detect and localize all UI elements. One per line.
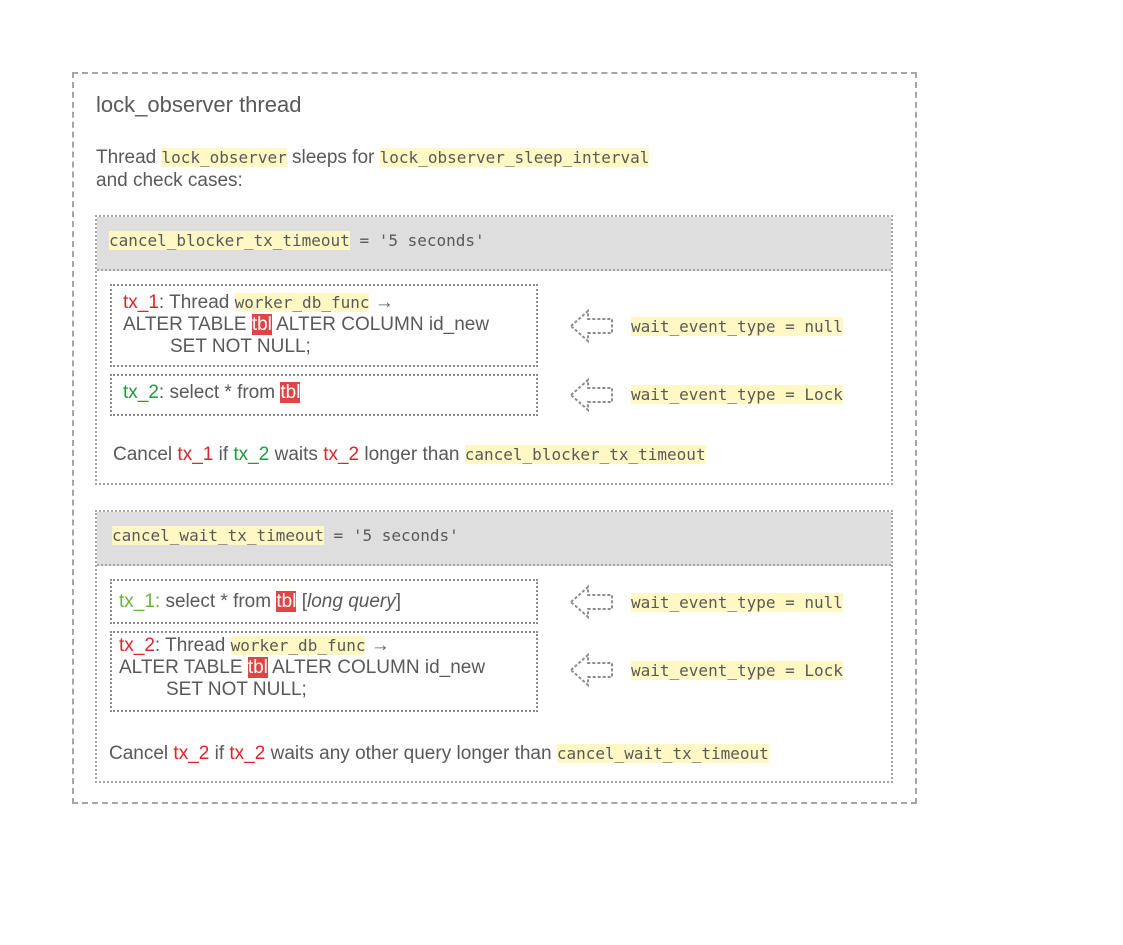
s2-tx2-label: tx_2 bbox=[119, 635, 155, 656]
s1-cancel-rule: Cancel tx_1 if tx_2 waits tx_2 longer th… bbox=[113, 444, 706, 465]
s2-tx2-tbl: tbl bbox=[247, 657, 268, 678]
lock-observer-code: lock_observer bbox=[161, 148, 287, 167]
blocker-timeout-param: cancel_blocker_tx_timeout bbox=[109, 231, 350, 250]
sleep-interval-code: lock_observer_sleep_interval bbox=[379, 148, 650, 167]
intro-text: Thread lock_observer sleeps for lock_obs… bbox=[96, 147, 650, 191]
left-arrow-icon bbox=[569, 377, 613, 413]
s1-tx1-tbl: tbl bbox=[251, 314, 272, 335]
s1-tx1-text: tx_1: Thread worker_db_func → ALTER TABL… bbox=[123, 292, 490, 357]
s1-wait-event-null: wait_event_type = null bbox=[631, 317, 843, 336]
s1-tx2-tbl: tbl bbox=[280, 382, 301, 403]
s2-tx1-text: tx_1: select * from tbl [long query] bbox=[119, 591, 402, 612]
s2-wait-event-null: wait_event_type = null bbox=[631, 593, 843, 612]
s2-tx1-label: tx_1: bbox=[119, 591, 161, 612]
diagram-title: lock_observer thread bbox=[96, 92, 302, 117]
blocker-timeout-header: cancel_blocker_tx_timeout = '5 seconds' bbox=[97, 217, 891, 271]
s1-tx2-label: tx_2 bbox=[123, 382, 159, 403]
left-arrow-icon bbox=[569, 652, 613, 688]
left-arrow-icon bbox=[569, 308, 613, 344]
s1-tx2-text: tx_2: select * from tbl bbox=[123, 382, 301, 403]
s1-wait-event-lock: wait_event_type = Lock bbox=[631, 385, 843, 404]
s2-wait-event-lock: wait_event_type = Lock bbox=[631, 661, 843, 680]
s2-tx2-text: tx_2: Thread worker_db_func → ALTER TABL… bbox=[119, 635, 486, 700]
s2-cancel-rule: Cancel tx_2 if tx_2 waits any other quer… bbox=[109, 743, 769, 764]
left-arrow-icon bbox=[569, 584, 613, 620]
wait-timeout-header: cancel_wait_tx_timeout = '5 seconds' bbox=[97, 512, 891, 566]
wait-timeout-param: cancel_wait_tx_timeout bbox=[112, 526, 324, 545]
s2-tx1-tbl: tbl bbox=[276, 591, 297, 612]
s1-tx1-label: tx_1 bbox=[123, 292, 159, 313]
